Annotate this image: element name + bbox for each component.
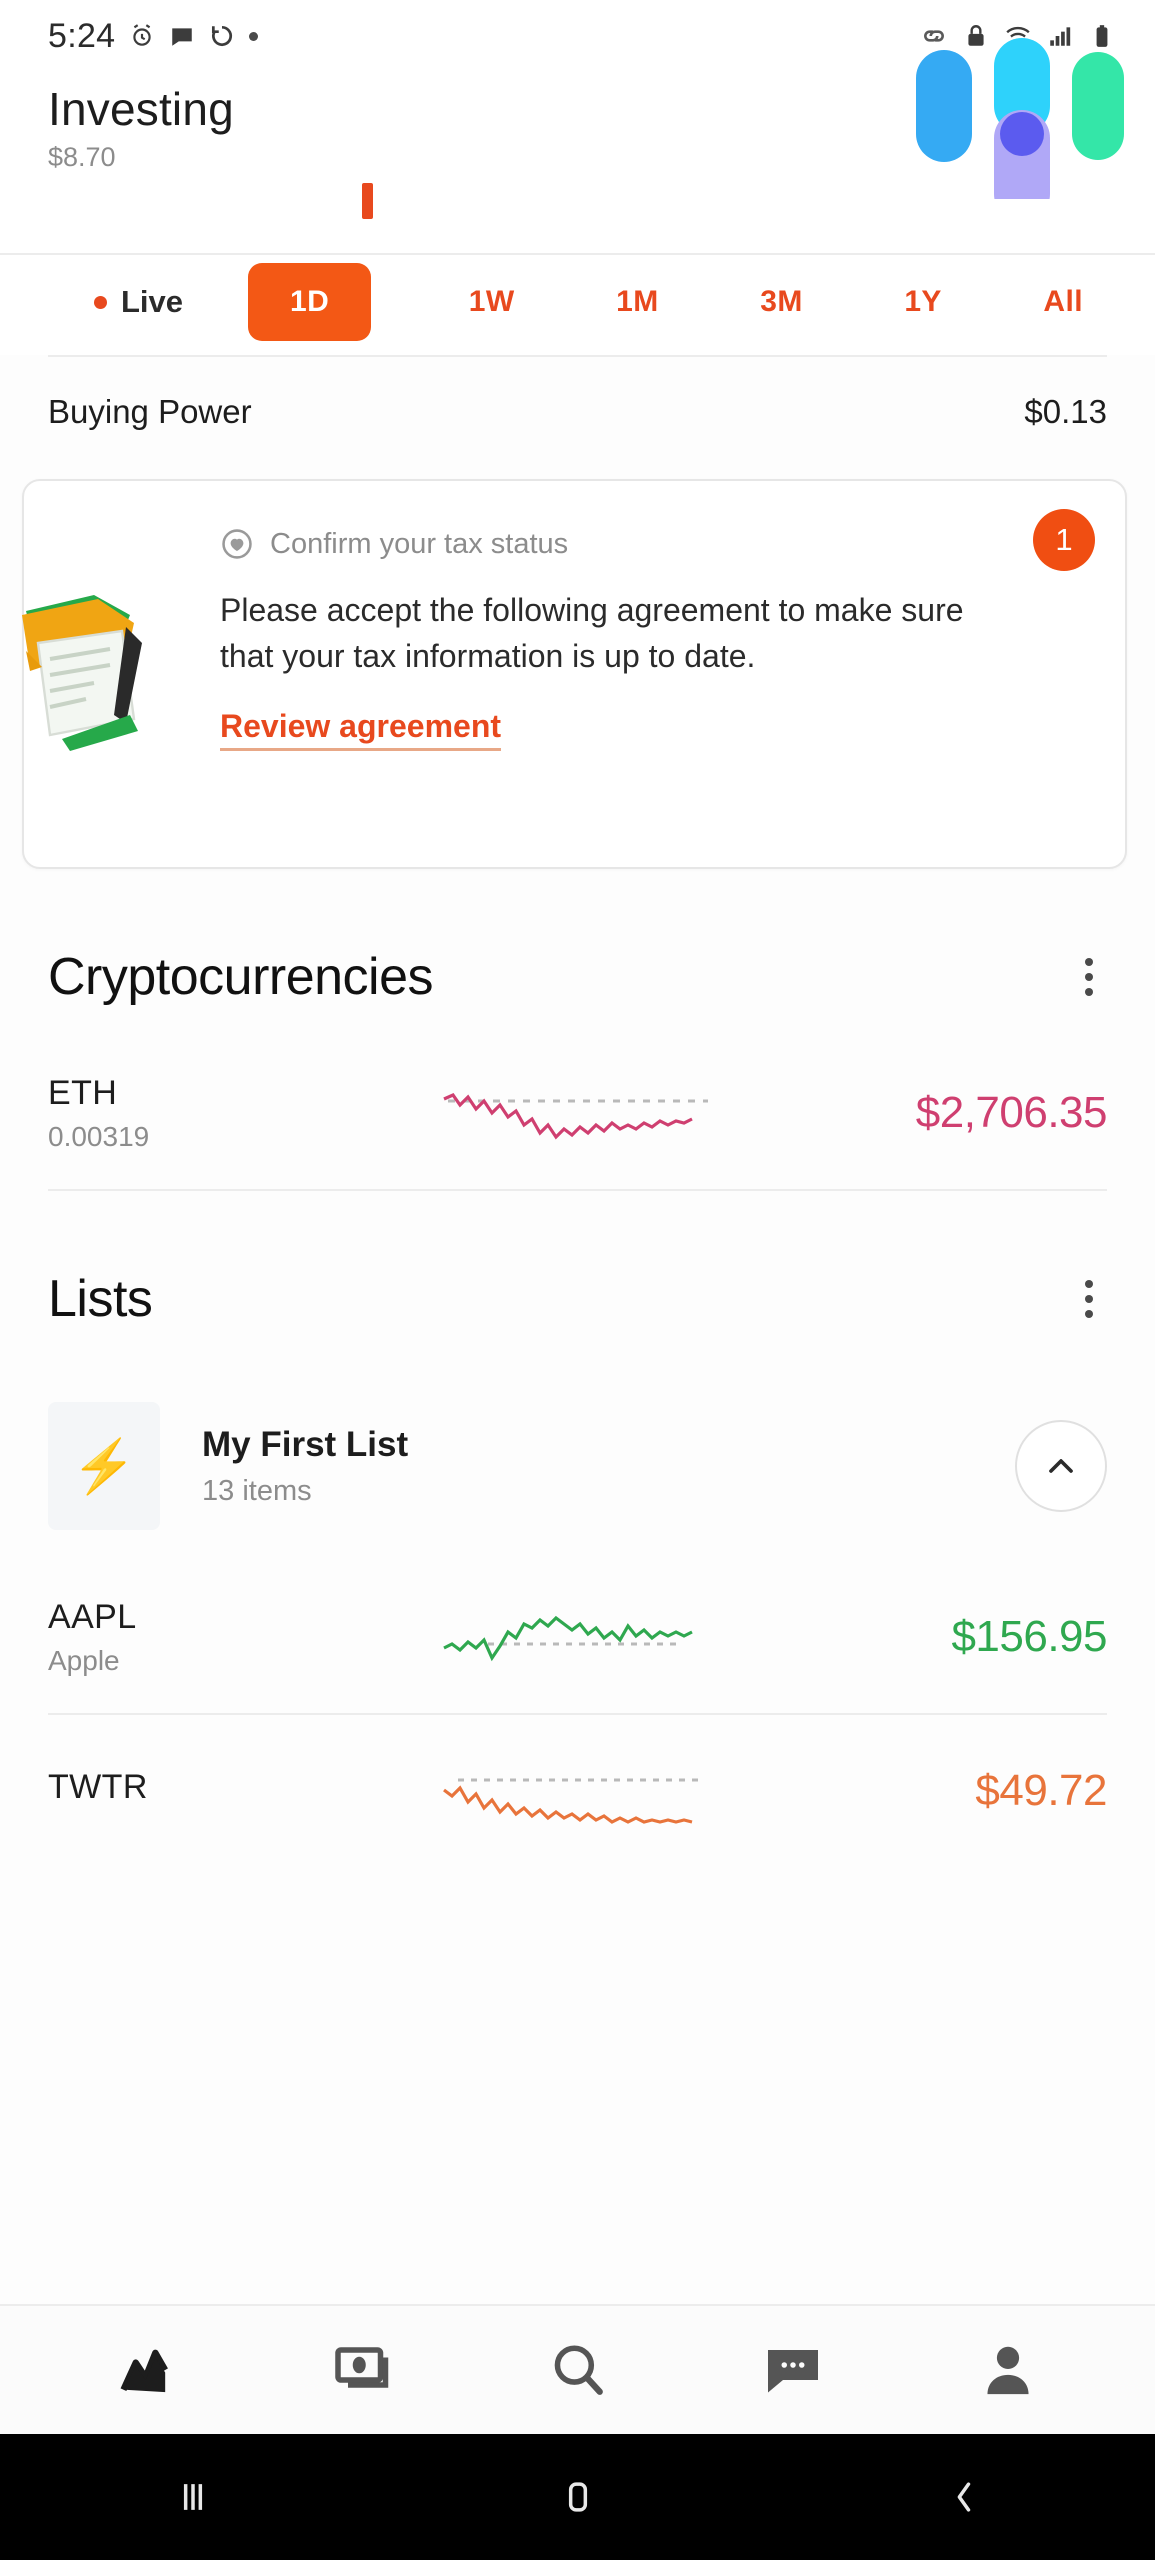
- home-icon[interactable]: [498, 2452, 658, 2542]
- review-agreement-link[interactable]: Review agreement: [220, 708, 502, 751]
- buying-power-label: Buying Power: [48, 393, 252, 430]
- battery-icon: [1096, 25, 1108, 47]
- crypto-section-header: Cryptocurrencies: [0, 947, 1155, 1007]
- chevron-up-icon: [1049, 1459, 1073, 1473]
- nav-item-search[interactable]: [508, 2320, 648, 2420]
- nav-item-messages[interactable]: [723, 2320, 863, 2420]
- list-item[interactable]: ⚡ My First List 13 items: [0, 1371, 1155, 1561]
- message-icon: [172, 28, 193, 46]
- alarm-icon: [133, 24, 152, 46]
- shield-check-icon: [222, 529, 252, 559]
- system-navigation-bar: [0, 2434, 1155, 2560]
- status-bar-left: 5:24: [48, 16, 259, 56]
- folder-documents-pencil-illustration: [22, 595, 142, 751]
- status-bar-clock: 5:24: [48, 16, 116, 55]
- recents-icon[interactable]: [113, 2452, 273, 2542]
- status-bar: 5:24: [0, 0, 1155, 222]
- nav-item-account[interactable]: [938, 2320, 1078, 2420]
- live-label: Live: [121, 284, 184, 319]
- tax-card-text: Please accept the following agreement to…: [220, 592, 964, 675]
- chart-line-icon: [120, 2349, 168, 2393]
- lists-section-header: Lists: [0, 1269, 1155, 1329]
- portfolio-chart-strip: [0, 183, 1155, 255]
- app-header: Investing $8.70: [0, 72, 1155, 199]
- twtr-sparkline: [378, 1756, 777, 1826]
- table-row[interactable]: TWTR $49.72: [0, 1715, 1155, 1867]
- chart-cursor-tick: [362, 183, 373, 219]
- nav-item-cash[interactable]: [293, 2320, 433, 2420]
- link-icon: [924, 30, 944, 42]
- dot-icon: [249, 31, 259, 41]
- range-option-3m[interactable]: 3M: [756, 279, 806, 325]
- asset-price: $2,706.35: [915, 1088, 1108, 1137]
- asset-quantity: 0.00319: [48, 1120, 150, 1152]
- crypto-section-title: Cryptocurrencies: [48, 948, 434, 1006]
- list-meta: My First List 13 items: [160, 1425, 1015, 1508]
- sparkline-chart-icon: [442, 1778, 698, 1824]
- chat-bubble-icon: [767, 2350, 818, 2393]
- range-selector: Live 1D 1W 1M 3M 1Y All: [0, 255, 1155, 355]
- tax-status-card[interactable]: Confirm your tax status Please accept th…: [22, 479, 1127, 869]
- tax-card-heading: Confirm your tax status: [270, 527, 569, 560]
- asset-price: $156.95: [951, 1612, 1107, 1661]
- asset-symbol: AAPL: [48, 1597, 137, 1636]
- sparkline-chart-icon: [442, 1093, 708, 1140]
- nav-item-investing[interactable]: [78, 2320, 218, 2420]
- lists-overflow-menu-icon[interactable]: [1071, 1270, 1107, 1328]
- signal-icon: [1050, 27, 1071, 46]
- asset-price: $49.72: [975, 1766, 1107, 1815]
- notification-badge: 1: [1033, 509, 1095, 571]
- tax-card-heading-row: Confirm your tax status: [220, 527, 1005, 561]
- list-item-count: 13 items: [202, 1474, 312, 1507]
- search-icon: [554, 2345, 603, 2395]
- sync-icon: [212, 25, 233, 46]
- eth-identity: ETH 0.00319: [48, 1074, 378, 1153]
- live-indicator: Live: [48, 284, 248, 320]
- wifi-icon: [1006, 26, 1030, 47]
- range-option-1w[interactable]: 1W: [465, 279, 519, 325]
- table-row[interactable]: AAPL Apple $156.95: [0, 1561, 1155, 1713]
- portfolio-value: $8.70: [48, 142, 116, 172]
- asset-name: Apple: [48, 1644, 120, 1676]
- buying-power-value: $0.13: [1024, 393, 1107, 430]
- status-bar-right: [921, 23, 1115, 49]
- back-glyph: [957, 2482, 970, 2512]
- lists-section-title: Lists: [48, 1270, 153, 1328]
- bottom-navigation: [0, 2304, 1155, 2434]
- aapl-sparkline: [378, 1602, 777, 1672]
- page-title: Investing: [48, 83, 234, 135]
- aapl-identity: AAPL Apple: [48, 1598, 378, 1677]
- phone-screen: 5:24 Investing $8.70 Live 1D 1W 1M 3M 1Y…: [0, 0, 1155, 2560]
- crypto-row-divider: [48, 1189, 1107, 1191]
- asset-symbol: TWTR: [48, 1767, 148, 1806]
- banknote-icon: [334, 2347, 388, 2388]
- list-name: My First List: [202, 1424, 409, 1464]
- range-option-1y[interactable]: 1Y: [900, 279, 946, 325]
- person-icon: [986, 2346, 1029, 2395]
- collapse-list-button[interactable]: [1015, 1420, 1107, 1512]
- buying-power-row[interactable]: Buying Power $0.13: [0, 357, 1155, 471]
- range-option-list: 1D 1W 1M 3M 1Y All: [248, 263, 1107, 341]
- twtr-identity: TWTR: [48, 1768, 378, 1815]
- table-row[interactable]: ETH 0.00319 $2,706.35: [0, 1037, 1155, 1189]
- asset-symbol: ETH: [48, 1073, 118, 1112]
- lock-icon: [968, 25, 984, 46]
- lightning-bolt-icon: ⚡: [48, 1402, 160, 1530]
- home-glyph: [568, 2482, 587, 2512]
- range-option-1m[interactable]: 1M: [612, 279, 662, 325]
- eth-sparkline: [378, 1075, 777, 1151]
- live-dot-icon: [94, 295, 107, 309]
- recents-glyph: [183, 2484, 202, 2510]
- back-icon[interactable]: [883, 2452, 1043, 2542]
- range-option-all[interactable]: All: [1039, 279, 1087, 325]
- range-option-1d[interactable]: 1D: [248, 263, 372, 341]
- crypto-overflow-menu-icon[interactable]: [1071, 948, 1107, 1006]
- sparkline-chart-icon: [442, 1615, 693, 1662]
